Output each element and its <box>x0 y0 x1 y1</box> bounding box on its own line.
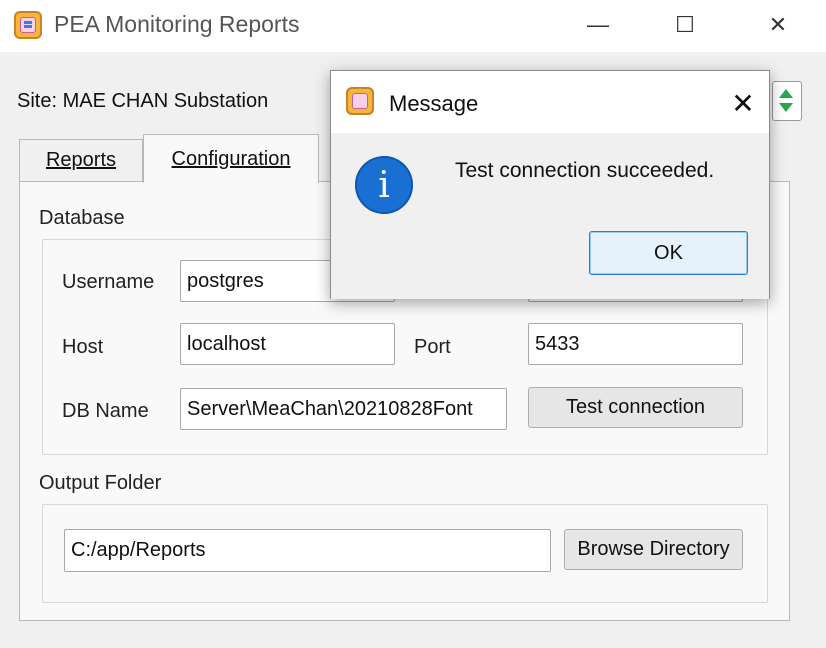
browse-directory-button[interactable]: Browse Directory <box>564 529 743 570</box>
app-icon <box>14 11 42 39</box>
dialog-title: Message <box>389 91 479 116</box>
message-dialog: Message ✕ i Test connection succeeded. O… <box>330 70 770 299</box>
dbname-label: DB Name <box>62 400 149 422</box>
tab-reports[interactable]: Reports <box>19 139 143 181</box>
output-group-title: Output Folder <box>39 472 162 494</box>
output-path-input[interactable]: C:/app/Reports <box>64 529 551 572</box>
close-icon: ✕ <box>768 12 788 37</box>
tab-label: Reports <box>45 149 117 171</box>
maximize-icon: ☐ <box>675 12 695 37</box>
port-label: Port <box>414 336 451 358</box>
dialog-close-button[interactable]: ✕ <box>725 85 761 121</box>
window-title: PEA Monitoring Reports <box>54 11 300 37</box>
maximize-button[interactable]: ☐ <box>665 6 705 44</box>
dialog-message: Test connection succeeded. <box>455 159 715 182</box>
minimize-button[interactable]: — <box>578 6 618 44</box>
tab-label: Configuration <box>171 147 291 170</box>
username-label: Username <box>62 271 155 293</box>
tab-configuration[interactable]: Configuration <box>143 134 319 183</box>
database-group-title: Database <box>39 207 125 229</box>
dialog-app-icon <box>346 87 374 115</box>
close-button[interactable]: ✕ <box>758 6 798 44</box>
ok-button[interactable]: OK <box>589 231 748 275</box>
port-input[interactable]: 5433 <box>528 323 743 365</box>
host-label: Host <box>62 336 104 358</box>
minimize-icon: — <box>587 12 609 37</box>
site-label: Site: MAE CHAN Substation <box>17 90 269 112</box>
site-spinner[interactable] <box>772 81 802 121</box>
spinner-up-icon[interactable] <box>779 89 793 98</box>
spinner-down-icon[interactable] <box>779 103 793 112</box>
dbname-input[interactable]: Server\MeaChan\20210828Font <box>180 388 507 430</box>
test-connection-button[interactable]: Test connection <box>528 387 743 428</box>
host-input[interactable]: localhost <box>180 323 395 365</box>
close-icon: ✕ <box>731 87 755 119</box>
info-icon: i <box>355 156 413 214</box>
